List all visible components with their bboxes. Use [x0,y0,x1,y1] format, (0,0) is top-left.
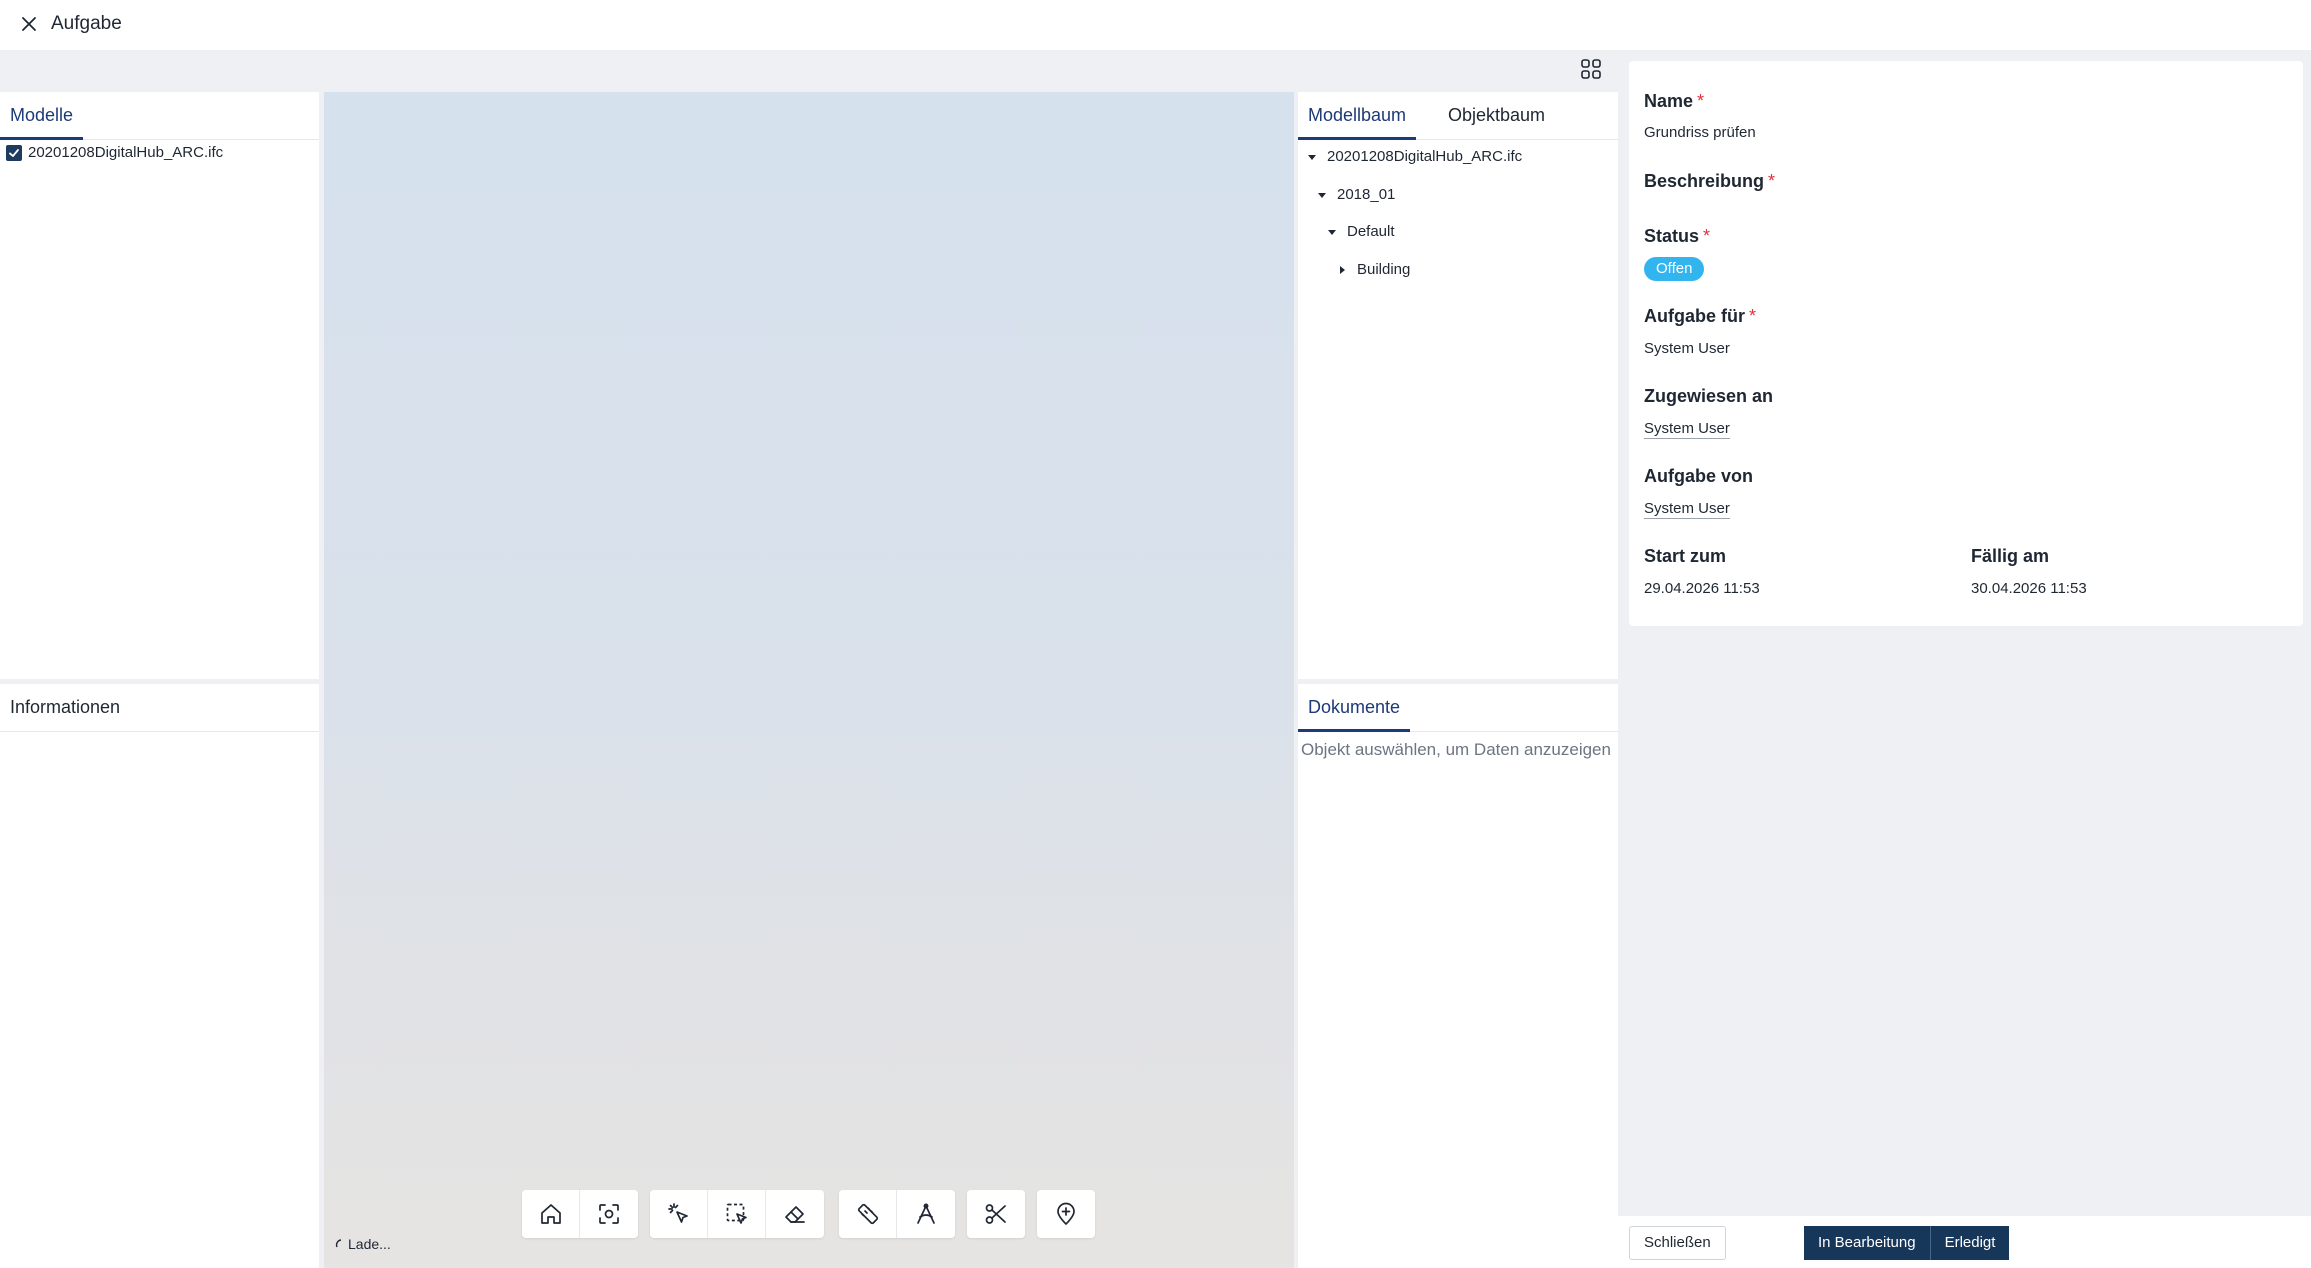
angle-measure-icon[interactable] [897,1190,955,1238]
model-checkbox[interactable] [6,144,22,161]
zugewiesen-value-link[interactable]: System User [1644,420,1730,439]
status-button-group: In Bearbeitung Erledigt [1804,1226,2010,1260]
view-tool-group [522,1190,638,1238]
aufgabe-fuer-label-text: Aufgabe für [1644,306,1745,326]
required-mark: * [1768,171,1776,191]
models-panel: Modelle 20201208DigitalHub_ARC.ifc [0,92,319,679]
tree-node-label: Default [1347,223,1395,240]
loading-text: Lade... [348,1236,391,1252]
caret-down-icon[interactable] [1326,226,1338,238]
faellig-label: Fällig am [1971,546,2050,566]
tree-node-label: 20201208DigitalHub_ARC.ifc [1327,148,1523,165]
start-label: Start zum [1644,546,1727,566]
status-label: Status * [1644,226,1710,247]
model-name: 20201208DigitalHub_ARC.ifc [28,144,224,161]
aufgabe-fuer-label: Aufgabe für * [1644,306,1756,327]
caret-down-icon[interactable] [1306,151,1318,163]
required-mark: * [1697,91,1705,111]
caret-down-icon[interactable] [1316,189,1328,201]
tab-dokumente[interactable]: Dokumente [1298,684,1411,732]
documents-empty-text: Objekt auswählen, um Daten anzuzeigen [1301,740,1611,759]
name-label: Name * [1644,91,1704,112]
caret-right-icon[interactable] [1336,264,1348,276]
task-detail-card: Name * Grundriss prüfen Beschreibung * Sta… [1629,61,2303,626]
tree-node[interactable]: Default [1326,223,1395,240]
add-pin-icon[interactable] [1037,1190,1095,1238]
required-mark: * [1749,306,1757,326]
information-tabbar: Informationen [0,684,319,732]
in-progress-button[interactable]: In Bearbeitung [1804,1226,1930,1260]
tree-node[interactable]: 20201208DigitalHub_ARC.ifc [1306,148,1522,165]
tab-objektbaum[interactable]: Objektbaum [1438,92,1555,140]
tab-modelle[interactable]: Modelle [0,92,84,140]
tree-tabbar: Modellbaum Objektbaum [1298,92,1618,140]
name-label-text: Name [1644,91,1694,111]
status-label-text: Status [1644,226,1700,246]
ruler-icon[interactable] [839,1190,897,1238]
aufgabe-von-label: Aufgabe von [1644,466,1754,486]
close-icon[interactable] [18,13,40,35]
done-button[interactable]: Erledigt [1929,1226,2010,1260]
focus-icon[interactable] [580,1190,638,1238]
eraser-icon[interactable] [766,1190,824,1238]
model-viewer-canvas[interactable] [324,92,1294,1268]
beschreibung-label: Beschreibung * [1644,171,1775,192]
status-badge: Offen [1644,257,1705,281]
scissors-icon[interactable] [967,1190,1025,1238]
tree-node-label: Building [1357,261,1411,278]
tree-node-label: 2018_01 [1337,186,1396,203]
beschreibung-label-text: Beschreibung [1644,171,1765,191]
loading-indicator: Lade... [334,1236,391,1252]
zugewiesen-label: Zugewiesen an [1644,386,1774,406]
select-pointer-icon[interactable] [650,1190,708,1238]
tab-informationen[interactable]: Informationen [0,684,130,732]
models-tabbar: Modelle [0,92,319,140]
model-list-item[interactable]: 20201208DigitalHub_ARC.ifc [6,144,223,161]
selection-tool-group [650,1190,824,1238]
checkmark-icon [9,148,19,157]
layout-grid-icon[interactable] [1580,58,1602,80]
documents-tabbar: Dokumente [1298,684,1618,732]
aufgabe-von-value-link[interactable]: System User [1644,500,1730,519]
tab-modellbaum[interactable]: Modellbaum [1298,92,1417,140]
measure-tool-group [839,1190,955,1238]
box-select-icon[interactable] [708,1190,766,1238]
documents-panel: Dokumente Objekt auswählen, um Daten anz… [1298,684,1618,1268]
spinner-icon [335,1239,342,1248]
required-mark: * [1703,226,1711,246]
top-bar: Aufgabe [0,0,2311,50]
page-title: Aufgabe [51,13,122,34]
information-panel: Informationen [0,684,319,1268]
faellig-value: 30.04.2026 11:53 [1971,580,2087,597]
tree-panel: Modellbaum Objektbaum 20201208DigitalHub… [1298,92,1618,679]
name-value: Grundriss prüfen [1644,124,1756,141]
start-value: 29.04.2026 11:53 [1644,580,1760,597]
tree-node[interactable]: Building [1336,261,1410,278]
home-icon[interactable] [522,1190,580,1238]
pin-tool-group [1037,1190,1095,1238]
close-button[interactable]: Schließen [1629,1226,1726,1260]
tree-node[interactable]: 2018_01 [1316,186,1395,203]
section-tool-group [967,1190,1025,1238]
aufgabe-fuer-value: System User [1644,340,1730,357]
